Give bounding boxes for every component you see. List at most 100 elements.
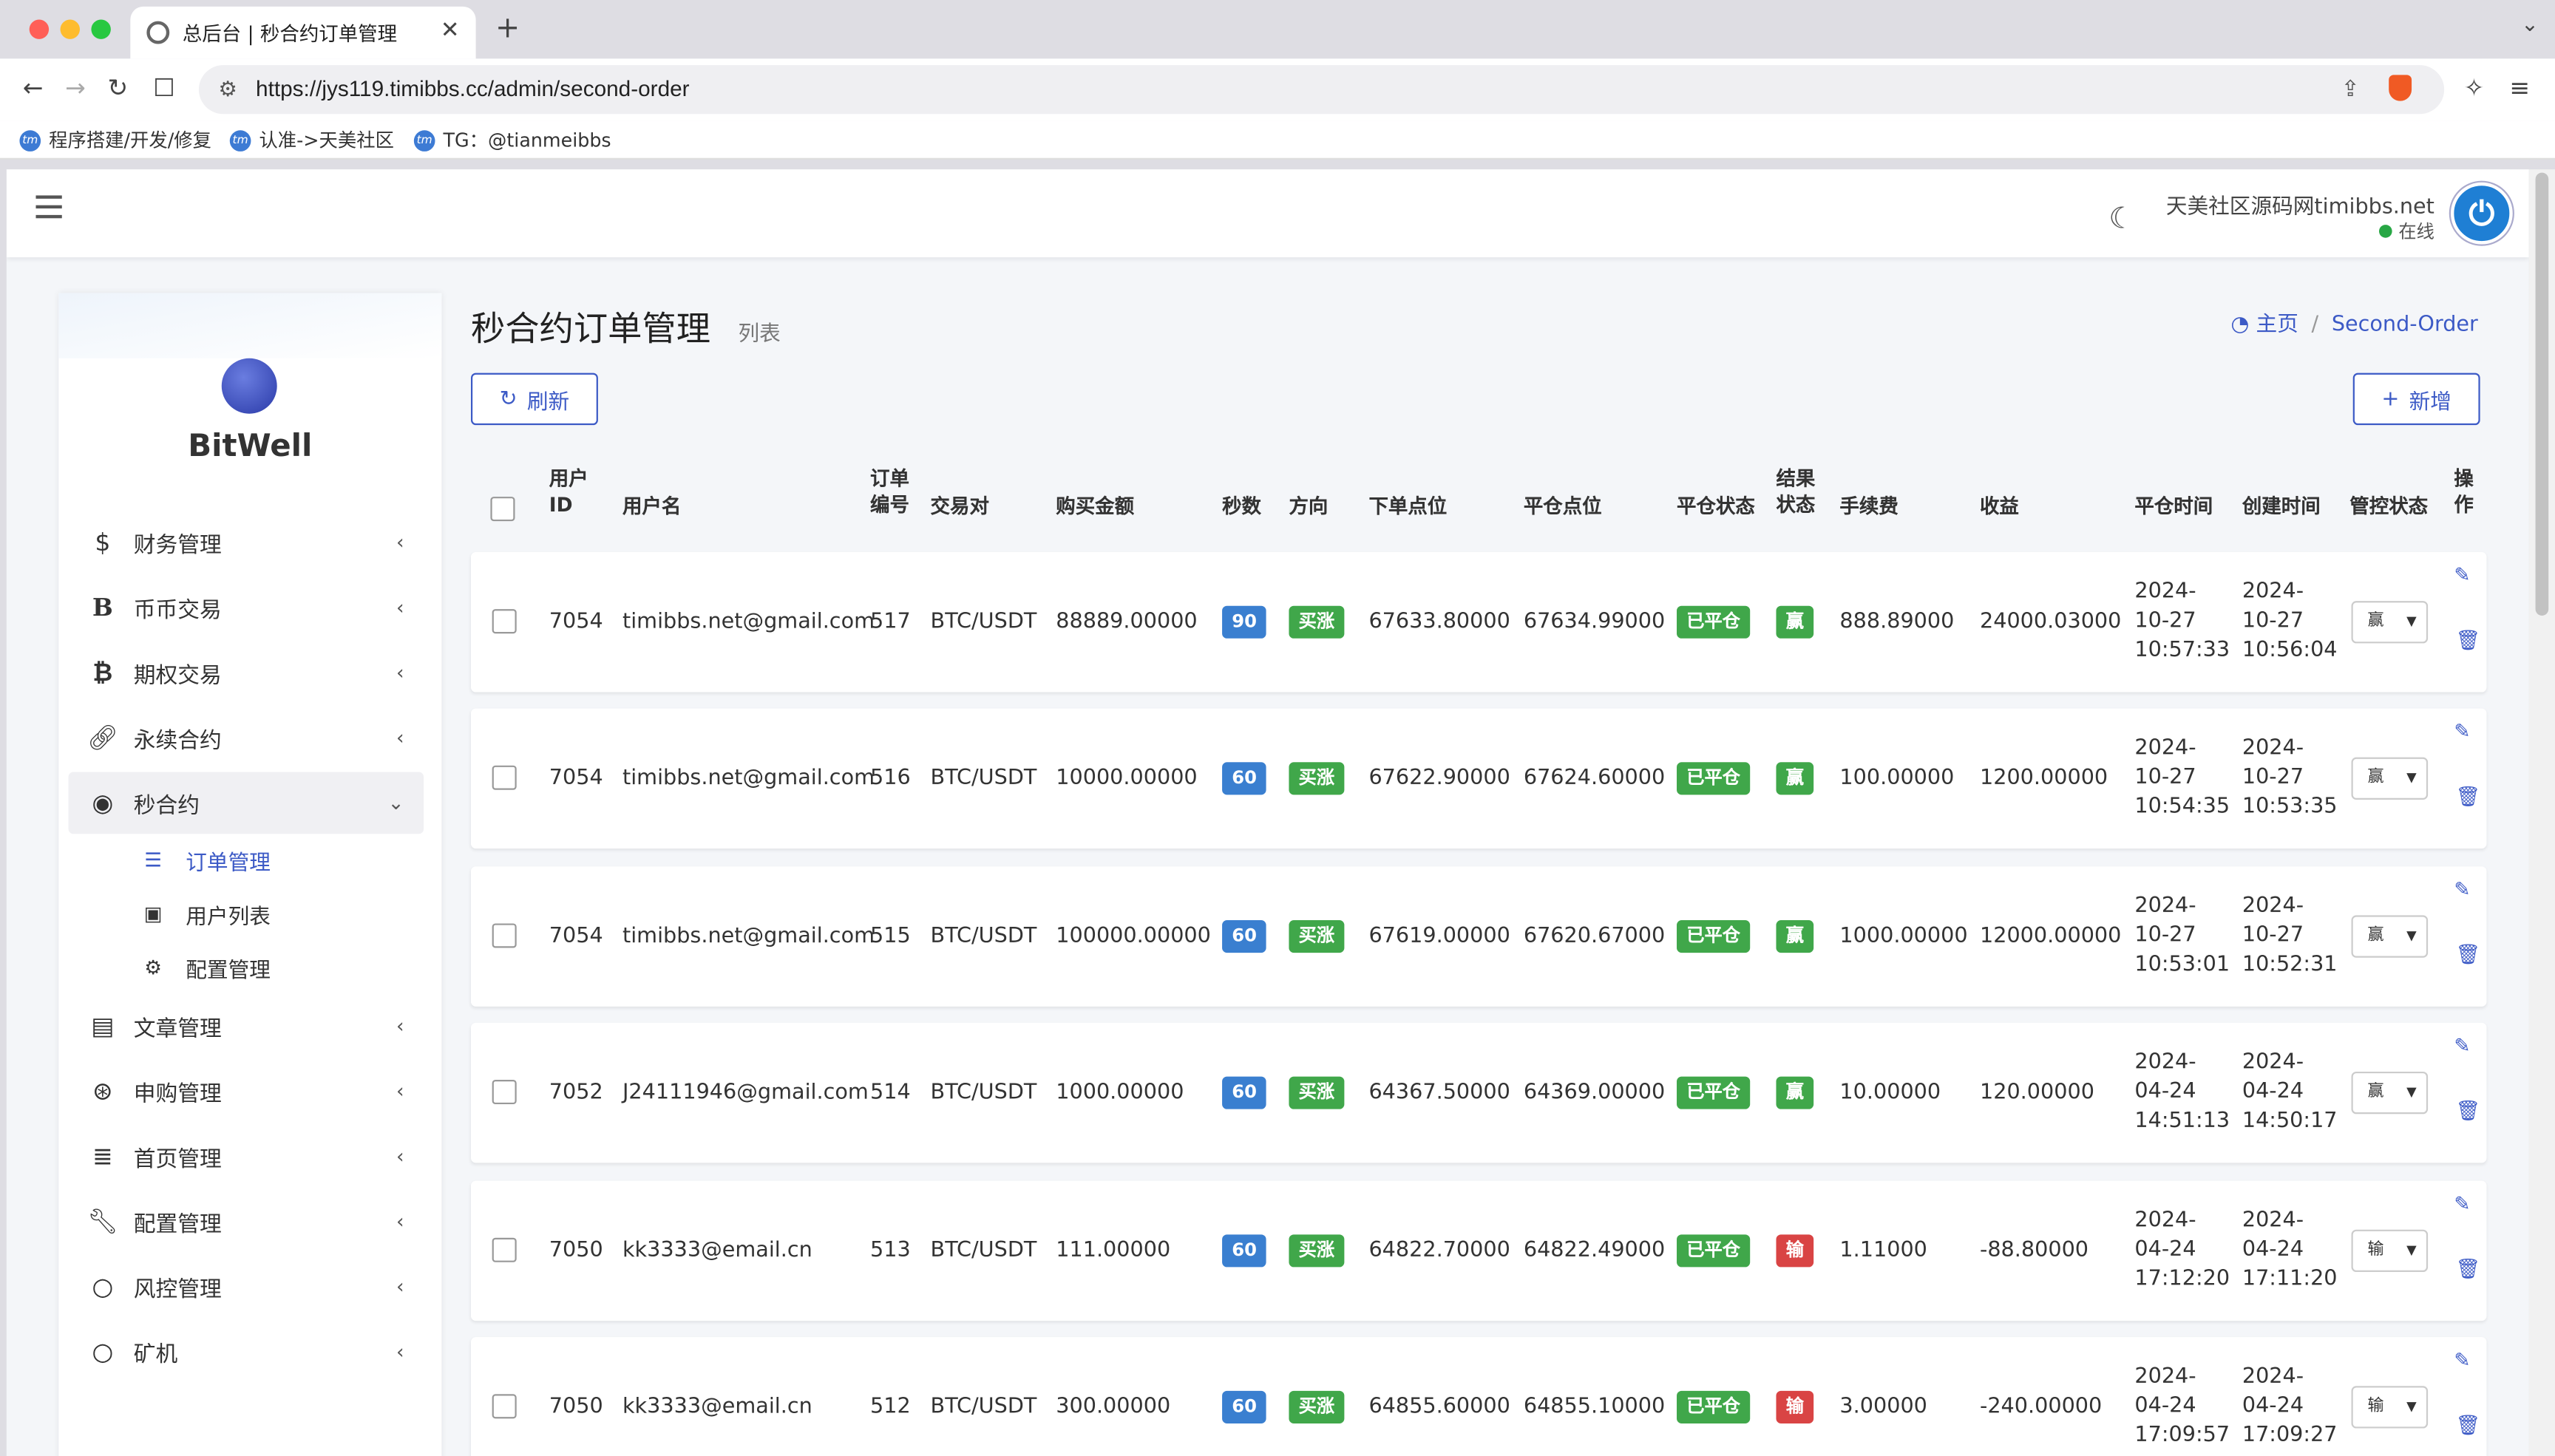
back-button[interactable]: ← [23, 73, 44, 103]
edit-icon[interactable]: ✎ [2454, 563, 2470, 586]
edit-icon[interactable]: ✎ [2454, 878, 2470, 901]
sidebar-item-articles[interactable]: ▤ 文章管理 ‹ [69, 995, 424, 1057]
row-checkbox[interactable] [492, 1079, 517, 1105]
refresh-button[interactable]: ↻ 刷新 [470, 372, 598, 426]
dark-mode-moon-icon[interactable]: ☾ [2108, 202, 2135, 236]
cell-close-time: 2024- 04-24 14:51:13 [2134, 1050, 2230, 1134]
trash-icon[interactable]: 🗑︎ [2456, 943, 2481, 966]
bookmark-item[interactable]: tm 程序搭建/开发/修复 [19, 127, 211, 153]
cell-user-id: 7054 [549, 924, 603, 949]
tab-title: 总后台 | 秒合约订单管理 [182, 21, 398, 45]
maximize-window-button[interactable] [91, 19, 111, 39]
trash-icon[interactable]: 🗑︎ [2456, 785, 2481, 808]
reload-button[interactable]: ↻ [107, 73, 128, 103]
sidebar-item-risk[interactable]: ○ 风控管理 ‹ [69, 1256, 424, 1318]
row-checkbox[interactable] [492, 1394, 517, 1419]
sidebar-item-subscription[interactable]: ⊛ 申购管理 ‹ [69, 1061, 424, 1123]
site-settings-icon[interactable]: ⚙ [218, 65, 237, 114]
sidebar-item-second-contract[interactable]: ◉ 秒合约 ⌄ [68, 772, 424, 834]
cell-order-no: 515 [869, 924, 911, 949]
th-actions: 操作 [2454, 467, 2474, 517]
cell-order-no: 512 [869, 1395, 911, 1420]
th-control: 管控状态 [2349, 494, 2429, 518]
bookmark-label: 程序搭建/开发/修复 [49, 129, 211, 152]
close-status-badge: 已平仓 [1677, 1076, 1751, 1109]
cell-open-price: 64367.50000 [1368, 1081, 1510, 1106]
bitcoin-icon: ₿ [92, 658, 113, 687]
menu-icon[interactable]: ≡ [2509, 73, 2530, 103]
th-close-price: 平仓点位 [1523, 494, 1602, 518]
select-all-checkbox[interactable] [490, 497, 515, 522]
chevron-down-icon[interactable]: ⌄ [2521, 13, 2539, 38]
url-text: https://jys119.timibbs.cc/admin/second-o… [256, 76, 690, 101]
cell-fee: 10.00000 [1839, 1081, 1941, 1106]
bookmark-favicon-icon: tm [229, 129, 251, 151]
cell-create-time: 2024- 10-27 10:52:31 [2242, 894, 2338, 978]
trash-icon[interactable]: 🗑︎ [2456, 1099, 2481, 1122]
sidebar-item-spot[interactable]: B 币币交易 ‹ [69, 576, 424, 639]
bookmark-item[interactable]: tm 认准->天美社区 [229, 127, 394, 153]
new-tab-button[interactable]: + [495, 11, 520, 45]
cell-create-time: 2024- 04-24 14:50:17 [2242, 1050, 2338, 1134]
share-icon[interactable]: ⇪ [2341, 65, 2360, 114]
brave-shield-icon[interactable] [2389, 75, 2412, 101]
sidebar-item-mining[interactable]: ○ 矿机 ‹ [69, 1321, 424, 1383]
sidebar-subitem-config[interactable]: ⚙ 配置管理 [140, 946, 271, 988]
seconds-badge: 90 [1222, 605, 1267, 639]
scrollbar-thumb[interactable] [2535, 172, 2549, 616]
control-status-select[interactable]: 赢 ▼ [2351, 601, 2429, 644]
control-status-select[interactable]: 输 ▼ [2351, 1386, 2429, 1429]
caret-down-icon: ▼ [2406, 1242, 2417, 1258]
sidebar-item-label: 申购管理 [133, 1081, 222, 1108]
cell-user-id: 7054 [549, 610, 603, 635]
add-button[interactable]: + 新增 [2352, 372, 2480, 426]
sidebar-subitem-orders[interactable]: ☰ 订单管理 [140, 839, 271, 881]
sidebar-item-perpetual[interactable]: 🔗︎ 永续合约 ‹ [69, 707, 424, 769]
trash-icon[interactable]: 🗑︎ [2456, 1414, 2481, 1437]
th-create-time: 创建时间 [2242, 494, 2321, 518]
control-status-select[interactable]: 输 ▼ [2351, 1229, 2429, 1273]
sidebar-item-finance[interactable]: $ 财务管理 ‹ [69, 511, 424, 574]
minimize-window-button[interactable] [60, 19, 81, 39]
chevron-left-icon: ‹ [396, 726, 404, 749]
url-bar[interactable]: ⚙ https://jys119.timibbs.cc/admin/second… [198, 65, 2445, 115]
row-checkbox[interactable] [492, 765, 517, 790]
forward-button[interactable]: → [65, 73, 86, 103]
sidebar-item-options[interactable]: ₿ 期权交易 ‹ [69, 642, 424, 704]
browser-tab[interactable]: 总后台 | 秒合约订单管理 ✕ [130, 6, 476, 59]
edit-icon[interactable]: ✎ [2454, 1034, 2470, 1057]
control-status-select[interactable]: 赢 ▼ [2351, 757, 2429, 800]
edit-icon[interactable]: ✎ [2454, 1192, 2470, 1215]
avatar[interactable]: ⏻ [2450, 182, 2513, 245]
trash-icon[interactable]: 🗑︎ [2456, 1257, 2481, 1280]
sidebar-decoration [58, 293, 442, 358]
circle-icon: ○ [92, 1337, 114, 1367]
sidebar-item-settings[interactable]: 🔧︎ 配置管理 ‹ [69, 1191, 424, 1253]
row-checkbox[interactable] [492, 609, 517, 634]
breadcrumb-home[interactable]: 主页 [2256, 313, 2298, 337]
row-checkbox[interactable] [492, 923, 517, 948]
control-status-select[interactable]: 赢 ▼ [2351, 1071, 2429, 1115]
row-checkbox[interactable] [492, 1237, 517, 1262]
control-status-select[interactable]: 赢 ▼ [2351, 915, 2429, 958]
breadcrumb-current[interactable]: Second-Order [2332, 313, 2478, 337]
sidebar-subitem-users[interactable]: ▣ 用户列表 [140, 893, 271, 935]
sidebar-item-homepage[interactable]: ≣ 首页管理 ‹ [69, 1126, 424, 1188]
edit-icon[interactable]: ✎ [2454, 1349, 2470, 1372]
close-status-badge: 已平仓 [1677, 1234, 1751, 1268]
ai-sparkle-icon[interactable]: ✧ [2464, 73, 2485, 103]
tab-close-icon[interactable]: ✕ [441, 18, 460, 44]
cell-amount: 1000.00000 [1056, 1081, 1184, 1106]
bookmark-item[interactable]: tm TG：@tianmeibbs [413, 127, 611, 153]
bookmark-icon[interactable]: ☐ [153, 73, 175, 103]
hamburger-menu-icon[interactable] [35, 195, 62, 219]
sidebar-subitem-label: 配置管理 [186, 958, 271, 983]
cell-close-time: 2024- 10-27 10:53:01 [2134, 894, 2230, 978]
edit-icon[interactable]: ✎ [2454, 720, 2470, 743]
direction-badge: 买涨 [1289, 1390, 1345, 1423]
trash-icon[interactable]: 🗑︎ [2456, 629, 2481, 652]
cell-pair: BTC/USDT [930, 1238, 1037, 1263]
direction-badge: 买涨 [1289, 1076, 1345, 1109]
close-window-button[interactable] [29, 19, 50, 39]
user-name[interactable]: 天美社区源码网timibbs.net [2166, 189, 2434, 220]
